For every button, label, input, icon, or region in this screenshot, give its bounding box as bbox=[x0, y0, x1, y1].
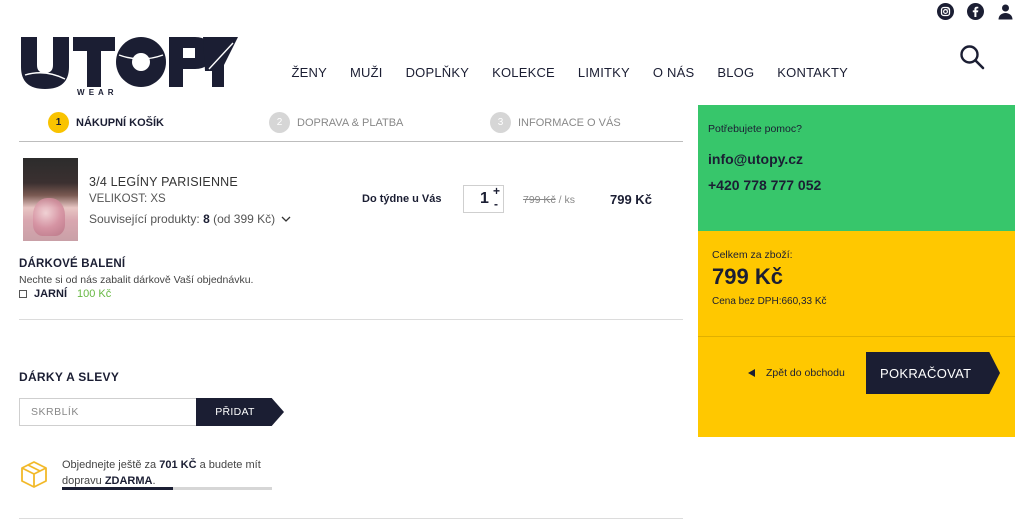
step-number: 2 bbox=[269, 112, 290, 133]
help-question: Potřebujete pomoc? bbox=[708, 123, 802, 135]
quantity-value[interactable]: 1 bbox=[480, 190, 489, 208]
divider bbox=[19, 518, 683, 519]
shipping-dot: . bbox=[152, 475, 156, 487]
step-label: INFORMACE O VÁS bbox=[518, 116, 621, 129]
help-phone[interactable]: +420 778 777 052 bbox=[708, 177, 821, 193]
item-total-price: 799 Kč bbox=[610, 192, 652, 207]
step-cart[interactable]: 1 NÁKUPNÍ KOŠÍK bbox=[48, 112, 164, 133]
summary-total: 799 Kč bbox=[712, 264, 783, 289]
quantity-stepper[interactable]: 1 + - bbox=[463, 185, 504, 213]
delivery-time: Do týdne u Vás bbox=[362, 193, 442, 205]
per-unit-label: / ks bbox=[558, 194, 575, 206]
quantity-minus-button[interactable]: - bbox=[494, 198, 498, 210]
help-panel: Potřebujete pomoc? info@utopy.cz +420 77… bbox=[698, 105, 1015, 231]
main-nav: ŽENY MUŽI DOPLŇKY KOLEKCE LIMITKY O NÁS … bbox=[280, 65, 860, 80]
nav-item-blog[interactable]: BLOG bbox=[717, 65, 754, 80]
arrow-left-icon bbox=[748, 369, 755, 377]
nav-item-o-nas[interactable]: O NÁS bbox=[653, 65, 694, 80]
nav-item-limitky[interactable]: LIMITKY bbox=[578, 65, 630, 80]
free-shipping-message: Objednejte ještě za 701 KČ a budete mít … bbox=[62, 457, 282, 489]
quantity-plus-button[interactable]: + bbox=[493, 185, 500, 197]
related-label: Související produkty: bbox=[89, 212, 200, 226]
related-from: (od 399 Kč) bbox=[213, 212, 276, 226]
gift-wrap-option-price: 100 Kč bbox=[77, 288, 112, 300]
logo[interactable]: W E A R bbox=[19, 35, 239, 97]
order-summary-panel: Celkem za zboží: 799 Kč Cena bez DPH:660… bbox=[698, 231, 1015, 437]
gift-wrap-option-label[interactable]: JARNÍ bbox=[34, 288, 67, 300]
user-icon[interactable] bbox=[997, 3, 1014, 20]
help-email[interactable]: info@utopy.cz bbox=[708, 151, 803, 167]
step-label: DOPRAVA & PLATBA bbox=[297, 116, 404, 129]
chevron-down-icon bbox=[282, 216, 291, 222]
nav-item-muzi[interactable]: MUŽI bbox=[350, 65, 383, 80]
product-thumbnail[interactable] bbox=[23, 158, 78, 241]
related-products-toggle[interactable]: Související produkty: 8 (od 399 Kč) bbox=[89, 212, 291, 226]
nav-item-kolekce[interactable]: KOLEKCE bbox=[492, 65, 555, 80]
facebook-icon[interactable] bbox=[967, 3, 984, 20]
svg-text:W E A R: W E A R bbox=[77, 88, 115, 97]
summary-vat: Cena bez DPH:660,33 Kč bbox=[712, 296, 827, 307]
shipping-free-label: ZDARMA bbox=[104, 475, 153, 487]
gift-wrap-title: DÁRKOVÉ BALENÍ bbox=[19, 258, 126, 270]
nav-item-kontakty[interactable]: KONTAKTY bbox=[777, 65, 848, 80]
add-coupon-button[interactable]: PŘIDAT bbox=[196, 398, 284, 426]
search-icon[interactable] bbox=[959, 44, 985, 70]
coupon-input[interactable] bbox=[19, 398, 196, 426]
package-icon bbox=[19, 459, 49, 489]
step-label: NÁKUPNÍ KOŠÍK bbox=[76, 116, 165, 129]
free-shipping-progress bbox=[62, 487, 272, 490]
unit-price-value: 799 Kč bbox=[523, 194, 556, 206]
shipping-remaining-amount: 701 KČ bbox=[159, 459, 197, 471]
unit-price: 799 Kč / ks bbox=[523, 194, 575, 206]
step-number: 1 bbox=[48, 112, 69, 133]
discounts-title: DÁRKY A SLEVY bbox=[19, 370, 120, 384]
related-count: 8 bbox=[203, 212, 210, 226]
instagram-icon[interactable] bbox=[937, 3, 954, 20]
nav-item-doplnky[interactable]: DOPLŇKY bbox=[406, 65, 470, 80]
continue-button[interactable]: POKRAČOVAT bbox=[866, 352, 1000, 394]
gift-wrap-option[interactable]: JARNÍ 100 Kč bbox=[19, 288, 111, 300]
nav-item-zeny[interactable]: ŽENY bbox=[292, 65, 327, 80]
shipping-text-1: Objednejte ještě za bbox=[62, 459, 157, 471]
back-to-shop-link[interactable]: Zpět do obchodu bbox=[748, 367, 845, 379]
free-shipping-progress-fill bbox=[62, 487, 174, 490]
step-number: 3 bbox=[490, 112, 511, 133]
gift-wrap-description: Nechte si od nás zabalit dárkově Vaší ob… bbox=[19, 274, 254, 286]
divider bbox=[698, 336, 1015, 337]
divider bbox=[19, 319, 683, 320]
product-name[interactable]: 3/4 LEGÍNY PARISIENNE bbox=[89, 175, 238, 189]
checkout-steps: 1 NÁKUPNÍ KOŠÍK 2 DOPRAVA & PLATBA 3 INF… bbox=[19, 110, 683, 142]
back-to-shop-label: Zpět do obchodu bbox=[766, 367, 845, 379]
gift-wrap-checkbox[interactable] bbox=[19, 290, 27, 298]
summary-label: Celkem za zboží: bbox=[712, 249, 793, 261]
social-bar bbox=[937, 3, 1014, 20]
product-size: VELIKOST: XS bbox=[89, 193, 166, 205]
step-customer-info[interactable]: 3 INFORMACE O VÁS bbox=[490, 112, 621, 133]
step-shipping-payment[interactable]: 2 DOPRAVA & PLATBA bbox=[269, 112, 403, 133]
